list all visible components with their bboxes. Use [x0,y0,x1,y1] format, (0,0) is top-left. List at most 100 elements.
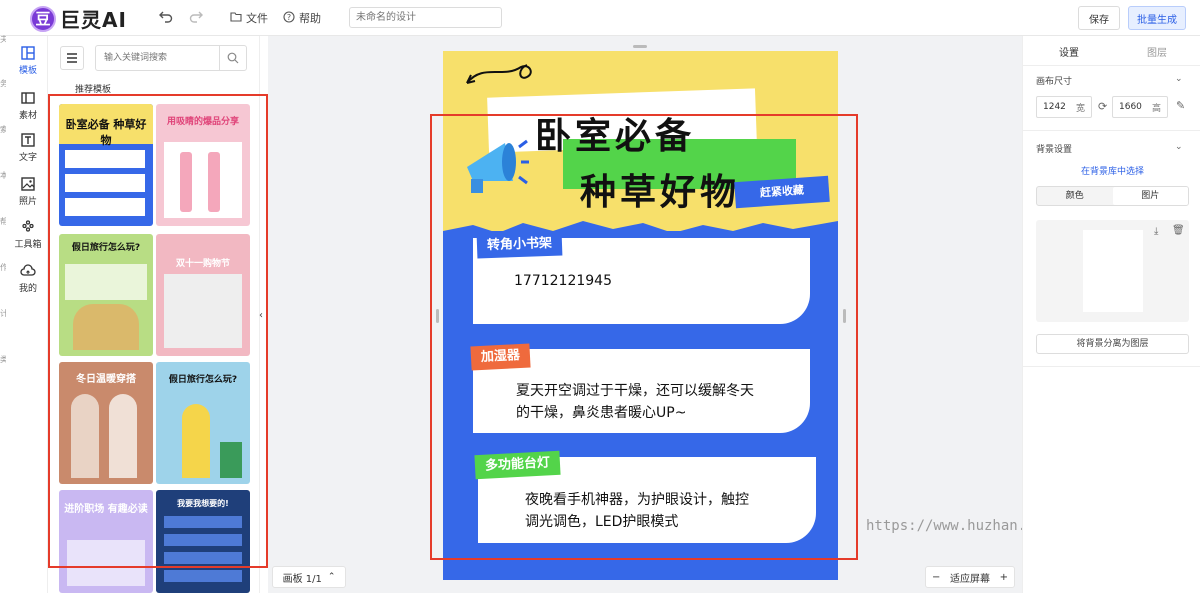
rail-edge-char: 作 [0,263,6,272]
section-title: 推荐模板 [75,85,112,95]
width-value: 1242 [1043,102,1066,112]
toolbox-icon [20,219,36,235]
template-card[interactable]: 冬日温暖穿搭 [59,362,153,484]
divider [1023,130,1200,131]
poster-title-line1[interactable]: 卧室必备 [535,107,695,159]
separate-bg-button[interactable]: 将背景分离为图层 [1036,334,1189,354]
file-menu[interactable]: 文件 [230,10,268,26]
hamburger-icon [67,53,77,63]
cloud-icon [20,263,36,279]
chevron-down-icon[interactable]: ⌄ [1175,74,1183,84]
settings-tabs: 设置 图层 [1023,36,1200,66]
resize-handle-right[interactable] [843,309,846,323]
rail-item-mine[interactable]: 我的 [8,263,48,294]
left-rail: 夫 务 索 本 帮 作 计 类 模板 素材 文字 照片 工具箱 我的 [0,35,48,593]
rail-label: 素材 [18,111,37,121]
seg-image[interactable]: 图片 [1112,187,1188,205]
tab-layers[interactable]: 图层 [1147,44,1167,59]
rail-item-material[interactable]: 素材 [8,90,48,121]
template-card[interactable]: 假日旅行怎么玩? [156,362,250,484]
bg-thumbnail[interactable] [1083,230,1143,312]
canvas-size-label: 画布尺寸 [1036,77,1073,87]
rail-label: 工具箱 [14,240,42,250]
rail-item-toolbox[interactable]: 工具箱 [8,219,48,250]
megaphone-icon [457,129,529,202]
divider [1023,366,1200,367]
template-card[interactable]: 假日旅行怎么玩? [59,234,153,356]
bg-type-toggle: 颜色 图片 [1036,186,1189,206]
chevron-down-icon[interactable]: ⌄ [1175,142,1183,152]
material-icon [20,90,36,106]
template-title: 冬日温暖穿搭 [76,374,136,385]
undo-icon[interactable] [158,9,174,25]
collapse-panel-icon[interactable]: ‹ [259,310,267,324]
help-icon: ? [283,10,295,26]
template-card[interactable]: 我要我想要的! [156,490,250,593]
rail-edge-char: 夫 [0,35,6,44]
zoom-label[interactable]: 适应屏幕 [950,570,990,585]
seg-color[interactable]: 颜色 [1037,187,1113,205]
height-value: 1660 [1119,102,1142,112]
template-title: 双十一购物节 [175,259,230,269]
rail-item-photo[interactable]: 照片 [8,176,48,207]
rail-label: 模板 [18,66,37,76]
help-menu[interactable]: ? 帮助 [283,10,321,26]
resize-handle-top[interactable] [633,45,647,48]
poster-card-tag[interactable]: 多功能台灯 [474,450,561,480]
save-button[interactable]: 保存 [1078,6,1120,30]
template-card[interactable]: 进阶职场 有趣必读 [59,490,153,593]
template-title: 假日旅行怎么玩? [71,243,141,253]
download-icon[interactable]: ⤓ [1154,226,1158,237]
settings-panel: 设置 图层 画布尺寸 ⌄ 1242 宽 ⟳ 1660 高 ✎ 背景设置 ⌄ 在背… [1022,36,1200,593]
folder-icon [230,11,242,25]
poster-card-tag[interactable]: 转角小书架 [476,231,563,259]
template-title: 我要我想要的! [177,499,229,508]
bg-library-link[interactable]: 在背景库中选择 [1081,164,1144,177]
app-logo[interactable]: 豆 巨灵AI [30,4,127,33]
redo-icon[interactable] [188,9,204,25]
menu-button[interactable] [60,46,84,70]
bg-settings-label: 背景设置 [1036,145,1073,155]
search-button[interactable] [219,46,246,70]
design-name-input[interactable] [349,7,502,28]
width-unit: 宽 [1075,103,1085,114]
zoom-control: − 适应屏幕 + [925,566,1015,588]
poster-card-text[interactable]: 17712121945 [514,270,612,292]
rail-edge-char: 本 [0,171,6,180]
zoom-out-button[interactable]: − [932,572,940,583]
template-panel: 推荐模板 卧室必备 种草好物 用吸睛的爆品分享 假日旅行怎么玩? 双十一购物节 … [48,36,260,593]
tab-settings[interactable]: 设置 [1059,44,1079,59]
template-card[interactable]: 卧室必备 种草好物 [59,104,153,226]
zoom-in-button[interactable]: + [1000,572,1008,583]
chevron-up-icon: ⌃ [327,572,336,582]
svg-text:?: ? [287,13,291,22]
poster-title-line2[interactable]: 种草好物 [580,163,740,215]
edit-icon[interactable]: ✎ [1176,99,1185,112]
height-input[interactable]: 1660 高 [1112,96,1168,118]
rail-edge-char: 帮 [0,217,6,226]
photo-icon [20,176,36,192]
rail-item-template[interactable]: 模板 [8,45,48,76]
template-icon [20,45,36,61]
template-card[interactable]: 双十一购物节 [156,234,250,356]
trash-icon[interactable]: 🗑 [1172,225,1185,236]
poster-card-text[interactable]: 夏天开空调过于干燥，还可以缓解冬天 的干燥，鼻炎患者暖心UP~ [516,380,754,424]
template-title: 卧室必备 种草好物 [65,118,147,147]
batch-generate-button[interactable]: 批量生成 [1128,6,1186,30]
logo-text: 巨灵AI [60,8,127,32]
text-icon [20,132,36,148]
link-ratio-icon[interactable]: ⟳ [1098,100,1107,113]
template-title: 用吸睛的爆品分享 [166,117,239,127]
rail-item-text[interactable]: 文字 [8,132,48,163]
width-input[interactable]: 1242 宽 [1036,96,1092,118]
poster-card-text[interactable]: 夜晚看手机神器，为护眼设计，触控 调光调色，LED护眼模式 [525,489,749,533]
rail-edge-char: 索 [0,125,6,134]
template-card[interactable]: 用吸睛的爆品分享 [156,104,250,226]
resize-handle-left[interactable] [436,309,439,323]
template-title: 进阶职场 有趣必读 [64,504,148,515]
poster-canvas[interactable]: 卧室必备 种草好物 赶紧收藏 转角小书架 17712121945 加湿器 夏天开… [443,51,838,580]
bg-preview: ⤓ 🗑 [1036,220,1189,322]
poster-card-tag[interactable]: 加湿器 [470,343,531,371]
artboard-pager[interactable]: 画板 1/1 ⌃ [272,566,346,588]
rail-label: 照片 [18,197,37,207]
